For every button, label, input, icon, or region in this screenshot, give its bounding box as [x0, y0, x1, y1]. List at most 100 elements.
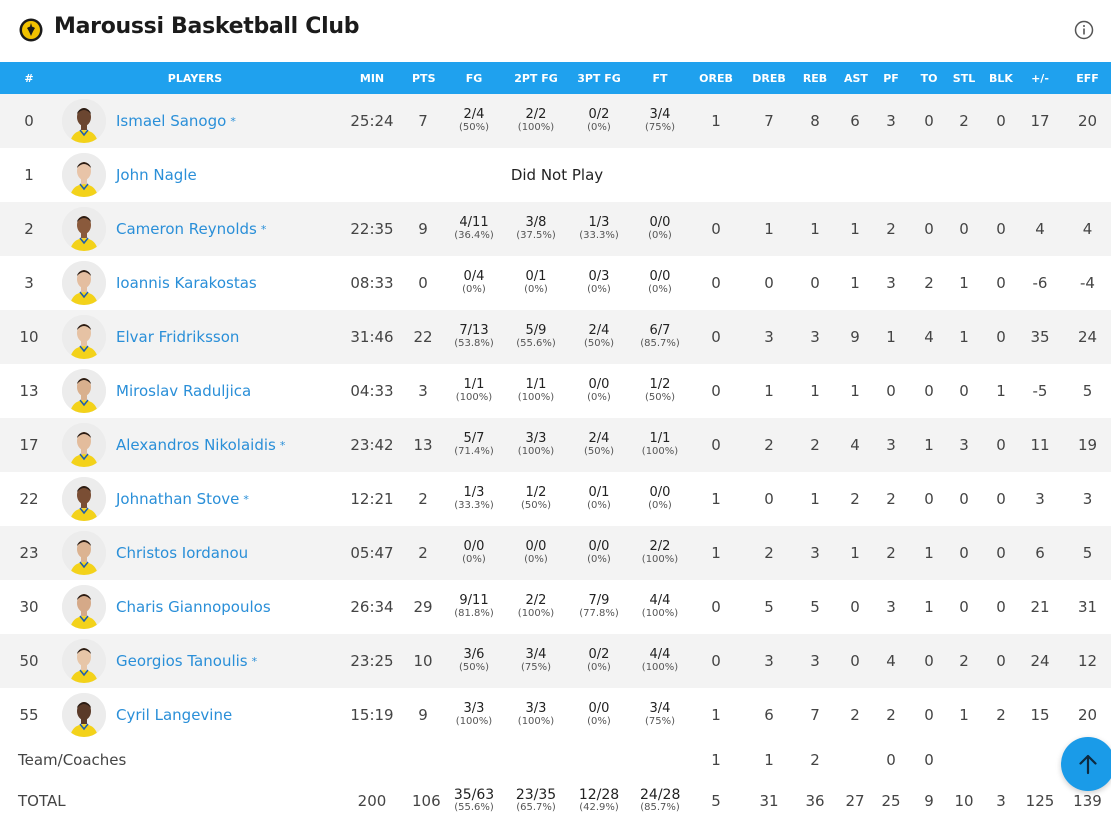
percentage: (100%) — [641, 554, 679, 565]
jersey-number: 13 — [19, 382, 39, 400]
percentage: (75%) — [644, 716, 676, 727]
starter-marker: * — [243, 492, 249, 506]
scroll-to-top-button[interactable] — [1061, 737, 1111, 791]
stat-reb: 3 — [786, 634, 844, 688]
table-row: 30 Charis Giannopoulos 26:34 29 9/11 (81.8%) 2… — [0, 580, 1111, 634]
avatar — [62, 585, 106, 629]
player-name-link[interactable]: Georgios Tanoulis — [116, 652, 248, 670]
shooting-stat: 0/4 (0%) — [434, 256, 514, 310]
made-attempted: 3/3 — [525, 431, 547, 446]
minutes: 08:33 — [350, 274, 394, 292]
percentage: (53.8%) — [454, 338, 494, 349]
stat-ast: 1 — [850, 382, 860, 400]
empty-cell — [752, 148, 786, 202]
player-name-link[interactable]: Miroslav Raduljica — [116, 382, 251, 400]
percentage: (85.7%) — [640, 802, 680, 813]
player-name-link[interactable]: Christos Iordanou — [116, 544, 248, 562]
percentage: (36.4%) — [454, 230, 494, 241]
stat-pm: -5 — [1032, 382, 1048, 400]
stat-pm: 24 — [1016, 634, 1064, 688]
stat-blk: 0 — [986, 634, 1016, 688]
made-attempted: 4/11 — [459, 215, 489, 230]
table-row: 22 Johnathan Stove * 12:21 2 1/3 (33.3%) 1/2 (50… — [0, 472, 1111, 526]
stat-stl: 10 — [954, 792, 974, 810]
percentage: (33.3%) — [454, 500, 494, 511]
player-name-link[interactable]: Johnathan Stove — [116, 490, 239, 508]
stat-reb: 5 — [810, 598, 820, 616]
stat-eff: 31 — [1077, 598, 1098, 616]
percentage: (0%) — [587, 554, 611, 565]
player-name-link[interactable]: Elvar Fridriksson — [116, 328, 239, 346]
percentage: (0%) — [587, 500, 611, 511]
made-attempted: 1/1 — [525, 377, 547, 392]
percentage: (50%) — [458, 662, 490, 673]
player-name-link[interactable]: Charis Giannopoulos — [116, 598, 271, 616]
stat-ast: 1 — [844, 526, 866, 580]
empty-cell — [332, 742, 412, 778]
shooting-stat: 6/7 (85.7%) — [640, 310, 680, 364]
stat-ast: 6 — [844, 94, 866, 148]
player-name-link[interactable]: John Nagle — [116, 166, 197, 184]
player-name-link[interactable]: Ioannis Karakostas — [116, 274, 257, 292]
shooting-stat: 3/3 (100%) — [514, 418, 558, 472]
player-name-link[interactable]: Cameron Reynolds — [116, 220, 257, 238]
player-name-link[interactable]: Cyril Langevine — [116, 706, 232, 724]
made-attempted: 6/7 — [649, 323, 671, 338]
empty-cell — [844, 742, 866, 778]
shooting-stat: 4/4 (100%) — [640, 580, 680, 634]
stat-to: 0 — [924, 751, 934, 769]
stat-reb: 1 — [786, 202, 844, 256]
empty-cell — [844, 148, 866, 202]
info-icon[interactable] — [1074, 20, 1094, 40]
stat-pf: 0 — [886, 751, 896, 769]
percentage: (0%) — [587, 662, 611, 673]
percentage: (0%) — [587, 284, 611, 295]
shooting-stat: 0/0 (0%) — [558, 364, 640, 418]
stat-oreb: 0 — [680, 418, 752, 472]
stat-stl: 0 — [959, 598, 969, 616]
column-header: AST — [844, 62, 868, 94]
minutes: 23:42 — [332, 418, 412, 472]
percentage: (55.6%) — [516, 338, 556, 349]
player-info: Ioannis Karakostas — [58, 261, 332, 305]
stat-reb: 3 — [786, 310, 844, 364]
made-attempted: 0/0 — [649, 485, 671, 500]
player-name-link[interactable]: Ismael Sanogo — [116, 112, 226, 130]
stat-blk: 0 — [986, 418, 1016, 472]
stat-dreb: 2 — [752, 418, 786, 472]
starter-marker: * — [251, 654, 258, 668]
stat-oreb: 5 — [711, 792, 721, 810]
stat-blk: 1 — [996, 382, 1006, 400]
shooting-stat: 0/0 (0%) — [434, 526, 514, 580]
shooting-stat: 0/0 (0%) — [640, 202, 680, 256]
player-name-link[interactable]: Alexandros Nikolaidis — [116, 436, 276, 454]
starter-marker: * — [260, 222, 267, 236]
empty-cell — [558, 742, 640, 778]
stat-oreb: 0 — [711, 274, 721, 292]
page-header: Maroussi Basketball Club — [0, 0, 1111, 62]
percentage: (50%) — [644, 392, 676, 403]
percentage: (100%) — [517, 122, 555, 133]
made-attempted: 2/4 — [588, 431, 610, 446]
column-header: +/- — [1016, 62, 1064, 94]
made-attempted: 3/8 — [525, 215, 547, 230]
stat-pm: 11 — [1016, 418, 1064, 472]
stat-dreb: 5 — [764, 598, 774, 616]
stat-reb: 7 — [810, 706, 820, 724]
shooting-stat: 7/13 (53.8%) — [434, 310, 514, 364]
percentage: (0%) — [648, 230, 672, 241]
made-attempted: 3/4 — [649, 107, 671, 122]
avatar — [62, 207, 106, 251]
percentage: (75%) — [520, 662, 552, 673]
made-attempted: 23/35 — [515, 787, 557, 803]
player-info: Elvar Fridriksson — [58, 315, 332, 359]
table-row: 3 Ioannis Karakostas 08:33 0 0/4 (0%) 0/1 (0%) 0… — [0, 256, 1111, 310]
stat-pf: 1 — [866, 310, 916, 364]
made-attempted: 4/4 — [649, 593, 671, 608]
percentage: (0%) — [524, 284, 548, 295]
shooting-stat: 3/4 (75%) — [640, 688, 680, 742]
shooting-stat: 0/0 (0%) — [514, 526, 558, 580]
percentage: (50%) — [583, 338, 615, 349]
stat-dreb: 1 — [764, 751, 774, 769]
minutes: 12:21 — [350, 490, 394, 508]
